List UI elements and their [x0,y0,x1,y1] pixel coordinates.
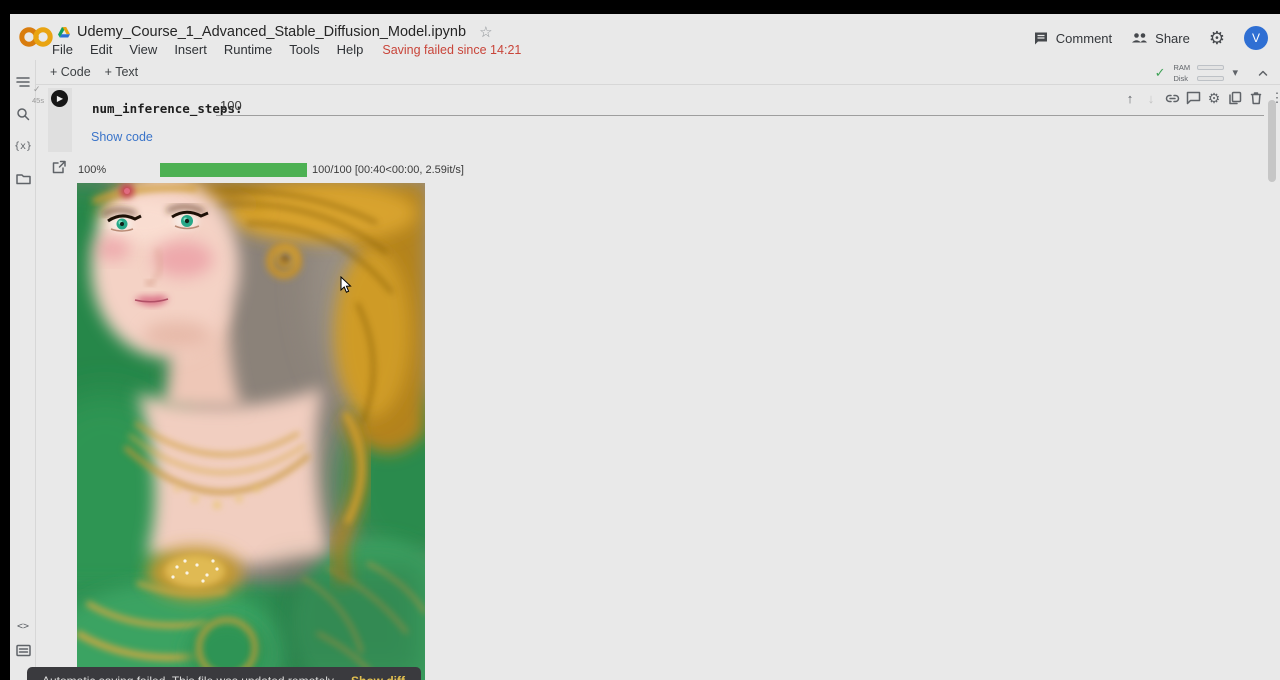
menu-edit[interactable]: Edit [90,42,112,57]
avatar[interactable]: V [1244,26,1268,50]
delete-cell-icon[interactable] [1248,90,1264,106]
header: Udemy_Course_1_Advanced_Stable_Diffusion… [10,14,1280,60]
cell-execution-time: 45s [32,96,44,105]
cell-settings-gear-icon[interactable]: ⚙ [1206,90,1222,106]
ram-meter [1197,65,1224,70]
move-cell-up-icon[interactable]: ↑ [1122,90,1138,106]
share-button[interactable]: Share [1131,31,1190,46]
header-actions: Comment Share ⚙ V [1033,25,1268,51]
menu-help[interactable]: Help [337,42,364,57]
comment-label: Comment [1056,31,1112,46]
resource-meters: RAM Disk [1173,63,1224,83]
title-row: Udemy_Course_1_Advanced_Stable_Diffusion… [58,23,493,41]
output-icon[interactable] [52,160,66,179]
cell-success-check-icon: ✓ [33,84,41,95]
table-of-contents-icon[interactable] [15,74,31,90]
show-code-link[interactable]: Show code [91,130,153,144]
share-people-icon [1131,31,1148,45]
saving-status: Saving failed since 14:21 [382,43,521,57]
disk-label: Disk [1173,74,1193,83]
progress-info: 100/100 [00:40<00:00, 2.59it/s] [312,164,464,176]
comment-icon [1033,31,1049,46]
mirror-cell-icon[interactable] [1227,90,1243,106]
disk-meter [1197,76,1224,81]
add-text-button[interactable]: + Text [105,65,138,79]
show-diff-button[interactable]: Show diff [351,674,405,680]
terminal-icon[interactable] [15,642,31,658]
move-cell-down-icon: ↓ [1143,90,1159,106]
notebook-toolbar: + Code + Text ✓ RAM Disk ▾ [36,60,1280,85]
cell-toolbar: ↑ ↓ ⚙ ⋮ [1122,88,1280,108]
left-sidebar: {x} <> [10,60,36,680]
code-snippets-icon[interactable]: <> [15,618,31,634]
menu-runtime[interactable]: Runtime [224,42,272,57]
colab-logo-icon[interactable] [18,25,54,49]
progress-percent: 100% [78,164,106,176]
files-folder-icon[interactable] [15,170,31,186]
num-inference-steps-input[interactable] [216,97,1264,116]
runtime-check-icon: ✓ [1155,65,1166,81]
menu-view[interactable]: View [129,42,157,57]
progress-bar [160,163,307,177]
star-icon[interactable]: ☆ [479,23,492,41]
generated-image [77,183,425,680]
variables-icon[interactable]: {x} [15,138,31,154]
drive-icon [58,27,70,38]
menu-tools[interactable]: Tools [289,42,319,57]
scrollbar-thumb[interactable] [1268,100,1276,182]
search-icon[interactable] [15,106,31,122]
menu-file[interactable]: File [52,42,73,57]
autosave-failed-toast: Automatic saving failed. This file was u… [27,667,421,680]
notebook-title[interactable]: Udemy_Course_1_Advanced_Stable_Diffusion… [77,24,466,40]
comment-button[interactable]: Comment [1033,31,1112,46]
add-comment-icon[interactable] [1185,90,1201,106]
toast-message: Automatic saving failed. This file was u… [42,674,341,680]
collapse-sections-icon[interactable] [1256,66,1270,80]
link-to-cell-icon[interactable] [1164,90,1180,106]
add-code-button[interactable]: + Code [50,65,91,79]
menu-bar: File Edit View Insert Runtime Tools Help… [52,42,521,57]
settings-gear-icon[interactable]: ⚙ [1209,29,1225,47]
run-cell-button[interactable]: ▶ [51,90,68,107]
resources-dropdown-icon[interactable]: ▾ [1232,66,1238,79]
ram-label: RAM [1173,63,1193,72]
menu-insert[interactable]: Insert [174,42,207,57]
resource-area[interactable]: ✓ RAM Disk ▾ [1155,60,1270,85]
colab-app: Udemy_Course_1_Advanced_Stable_Diffusion… [10,14,1280,680]
share-label: Share [1155,31,1190,46]
